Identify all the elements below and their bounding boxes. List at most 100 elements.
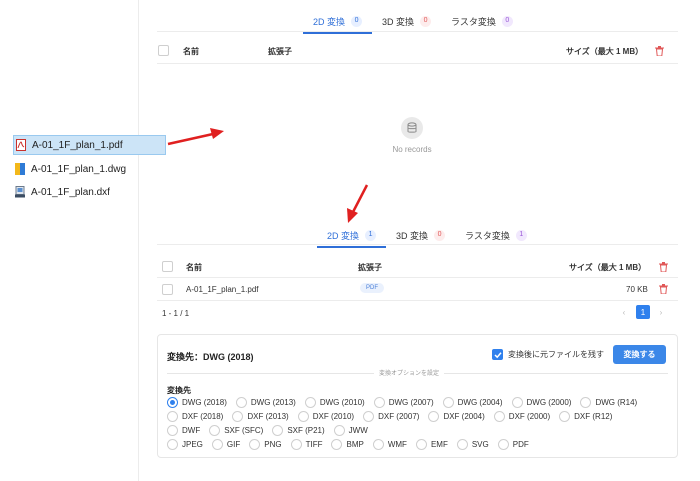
format-radio[interactable]: [456, 439, 468, 450]
format-radio[interactable]: [297, 411, 309, 422]
format-option[interactable]: DXF (2018): [167, 411, 223, 422]
format-label: DWF: [182, 426, 201, 435]
format-option[interactable]: JPEG: [167, 439, 203, 450]
format-radio[interactable]: [167, 425, 178, 436]
tab-label: 3D 変換: [396, 231, 429, 241]
row-delete-icon[interactable]: [659, 284, 668, 294]
format-option[interactable]: TIFF: [290, 439, 323, 450]
format-radio[interactable]: [167, 411, 178, 422]
pager-next-button[interactable]: ›: [655, 305, 667, 319]
keep-original-label: 変換後に元ファイルを残す: [508, 350, 604, 359]
keep-original-option[interactable]: 変換後に元ファイルを残す: [492, 349, 604, 360]
keep-original-checkbox[interactable]: [492, 349, 503, 360]
format-option[interactable]: DWG (2013): [235, 397, 296, 408]
format-radio[interactable]: [559, 411, 571, 422]
format-option[interactable]: DXF (2000): [493, 411, 551, 422]
format-radio[interactable]: [235, 397, 247, 408]
format-option[interactable]: SVG: [456, 439, 489, 450]
format-label: DXF (2018): [182, 412, 224, 421]
format-radio[interactable]: [497, 439, 509, 450]
format-radio[interactable]: [232, 411, 244, 422]
format-option[interactable]: GIF: [211, 439, 241, 450]
bottom-tab-3d[interactable]: 3D 変換 0: [386, 229, 455, 248]
format-radio[interactable]: [290, 439, 302, 450]
format-option[interactable]: DXF (2004): [428, 411, 485, 422]
format-radio[interactable]: [372, 439, 384, 450]
pager-current-page[interactable]: 1: [636, 305, 650, 319]
format-label: DWG (2007): [388, 398, 434, 407]
format-label: TIFF: [305, 440, 323, 449]
format-option[interactable]: DWG (2000): [511, 397, 572, 408]
format-option[interactable]: JWW: [333, 425, 368, 436]
format-radio[interactable]: [209, 425, 221, 436]
format-option[interactable]: DWF: [167, 425, 200, 436]
options-separator-label: 変換オプションを設定: [374, 368, 445, 377]
arrow-to-drop-zone: [167, 128, 224, 146]
format-option[interactable]: DWG (2004): [442, 397, 503, 408]
bottom-tabs-underline: [157, 244, 678, 245]
format-radio[interactable]: [272, 425, 284, 436]
bottom-tabs: 2D 変換 1 3D 変換 0 ラスタ変換 1: [317, 229, 537, 248]
destination-title: 変換先：DWG (2018): [167, 352, 254, 362]
format-radio[interactable]: [167, 397, 178, 408]
format-option[interactable]: DXF (2013): [232, 411, 289, 422]
tab-count-badge: 0: [434, 230, 446, 241]
format-radio[interactable]: [249, 439, 261, 450]
format-radio[interactable]: [211, 439, 223, 450]
format-label: DXF (2000): [508, 412, 551, 421]
format-radio[interactable]: [580, 397, 592, 408]
format-label: PNG: [264, 440, 282, 449]
format-radio[interactable]: [428, 411, 440, 422]
tab-label: ラスタ変換: [465, 231, 510, 241]
bottom-tab-raster[interactable]: ラスタ変換 1: [455, 229, 537, 248]
format-label: SVG: [471, 440, 489, 449]
format-option[interactable]: SXF (P21): [272, 425, 325, 436]
format-radio[interactable]: [167, 439, 178, 450]
format-radio[interactable]: [493, 411, 505, 422]
format-label: GIF: [226, 440, 241, 449]
format-row-raster: JPEG GIF PNG TIFF BMP WMF EMF SVG PDF: [167, 439, 538, 450]
format-label: DWG (2013): [250, 398, 296, 407]
format-radio[interactable]: [363, 411, 375, 422]
format-label: DXF (2013): [247, 412, 289, 421]
format-label: DXF (2004): [443, 412, 485, 421]
format-option[interactable]: DXF (2007): [363, 411, 419, 422]
format-radio[interactable]: [442, 397, 454, 408]
format-label: SXF (P21): [287, 426, 325, 435]
format-radio[interactable]: [373, 397, 385, 408]
format-label: DXF (2007): [378, 412, 420, 421]
format-radio[interactable]: [511, 397, 523, 408]
format-label: DXF (2010): [312, 412, 355, 421]
format-option[interactable]: PNG: [249, 439, 282, 450]
pager-prev-button[interactable]: ‹: [618, 305, 630, 319]
format-option[interactable]: WMF: [372, 439, 407, 450]
format-option[interactable]: DWG (2010): [304, 397, 365, 408]
bottom-delete-all-icon[interactable]: [659, 262, 668, 272]
format-label: SXF (SFC): [224, 426, 264, 435]
format-radio[interactable]: [333, 425, 345, 436]
format-option[interactable]: DXF (R12): [559, 411, 612, 422]
format-option[interactable]: SXF (SFC): [209, 425, 263, 436]
format-label: DWG (2000): [526, 398, 572, 407]
format-label: DWG (2004): [457, 398, 503, 407]
bottom-select-all-checkbox[interactable]: [162, 261, 173, 272]
convert-button[interactable]: 変換する: [613, 345, 666, 364]
format-option[interactable]: DXF (2010): [297, 411, 355, 422]
format-label: DXF (R12): [574, 412, 613, 421]
format-radio[interactable]: [331, 439, 343, 450]
format-option[interactable]: EMF: [415, 439, 448, 450]
format-label: JPEG: [182, 440, 203, 449]
format-option[interactable]: DWG (2018): [167, 397, 227, 408]
format-option[interactable]: PDF: [497, 439, 529, 450]
bottom-tab-2d[interactable]: 2D 変換 1: [317, 229, 387, 248]
format-option[interactable]: DWG (R14): [580, 397, 637, 408]
pager-range: 1 - 1 / 1: [162, 309, 190, 318]
format-radio[interactable]: [304, 397, 316, 408]
format-option[interactable]: DWG (2007): [373, 397, 434, 408]
format-option[interactable]: BMP: [331, 439, 364, 450]
format-radio[interactable]: [415, 439, 427, 450]
row-checkbox[interactable]: [162, 284, 173, 295]
format-row-dxf: DXF (2018) DXF (2013) DXF (2010) DXF (20…: [167, 411, 621, 422]
format-label: PDF: [512, 440, 529, 449]
conversion-options-panel: 変換先：DWG (2018) 変換後に元ファイルを残す 変換する 変換オプション…: [157, 334, 678, 458]
